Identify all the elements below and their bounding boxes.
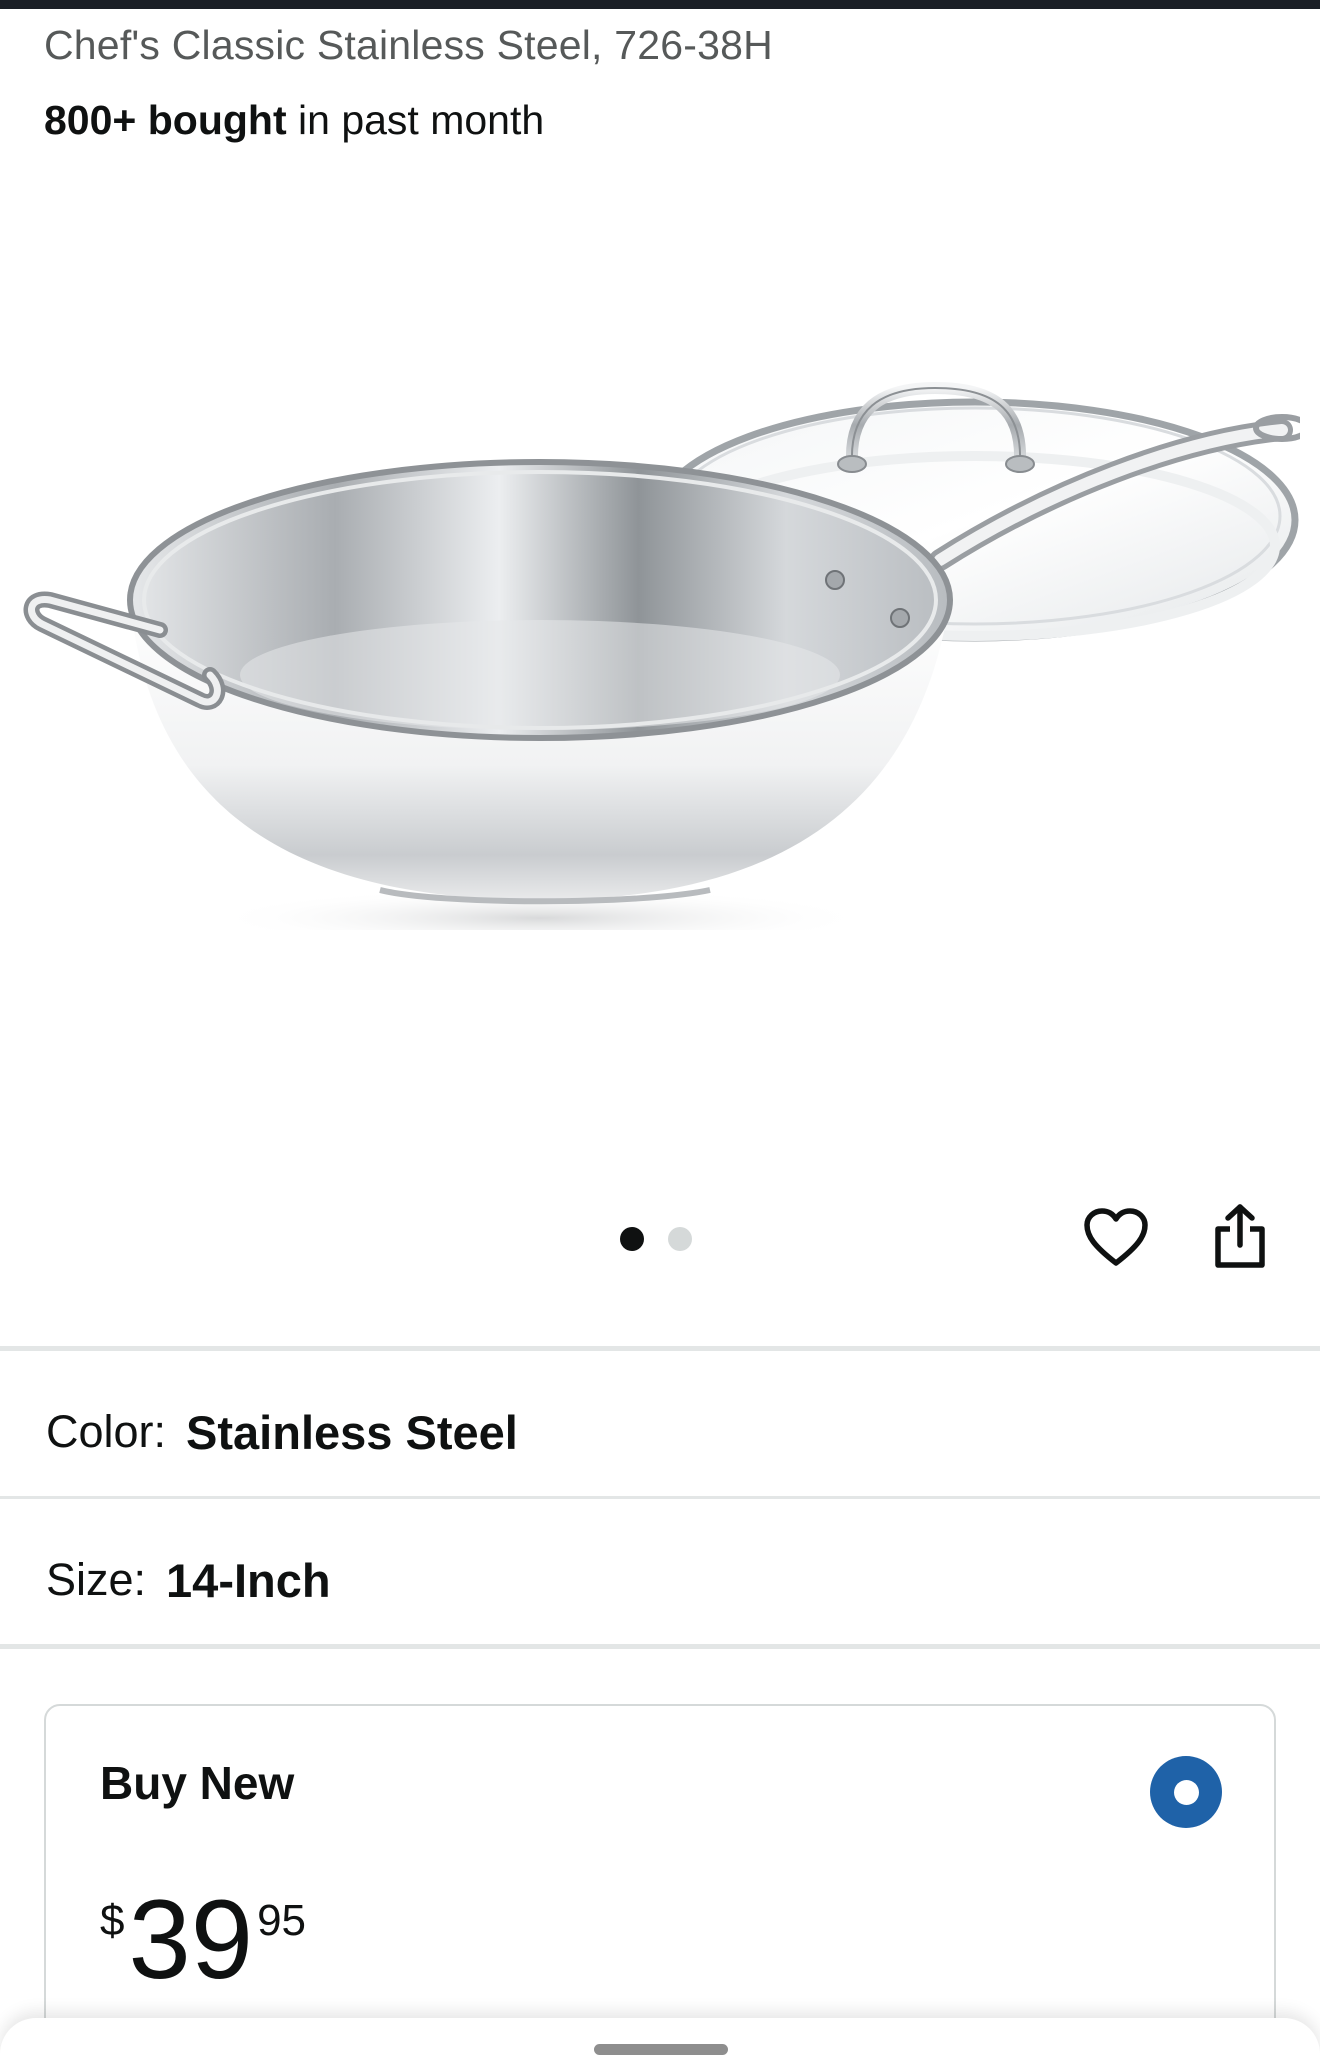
divider	[0, 1496, 1320, 1499]
carousel-dot-1[interactable]	[620, 1227, 644, 1251]
product-page: Chef's Classic Stainless Steel, 726-38H …	[0, 0, 1320, 2072]
status-bar-edge	[0, 0, 1320, 9]
price-whole: 39	[128, 1877, 254, 2002]
color-selector[interactable]: Color: Stainless Steel	[0, 1362, 1320, 1502]
color-value: Stainless Steel	[186, 1405, 518, 1459]
buy-new-option[interactable]: Buy New $ 39 95	[44, 1704, 1276, 2072]
share-icon	[1215, 1204, 1265, 1268]
image-carousel-dots[interactable]	[620, 1226, 692, 1252]
product-image[interactable]	[20, 370, 1300, 930]
product-title[interactable]: Chef's Classic Stainless Steel, 726-38H	[44, 22, 773, 69]
bought-count: 800+ bought	[44, 97, 287, 143]
wishlist-button[interactable]	[1082, 1206, 1150, 1270]
home-indicator[interactable]	[594, 2044, 728, 2055]
divider	[0, 1346, 1320, 1351]
heart-outline-icon	[1084, 1208, 1148, 1266]
buy-new-radio[interactable]	[1150, 1756, 1222, 1828]
size-label: Size:	[46, 1554, 147, 1605]
wok	[127, 459, 953, 905]
divider	[0, 1644, 1320, 1649]
carousel-dot-2[interactable]	[668, 1227, 692, 1251]
color-label: Color:	[46, 1406, 167, 1457]
price: $ 39 95	[100, 1884, 306, 1996]
price-fraction: 95	[257, 1896, 307, 1945]
size-value: 14-Inch	[166, 1553, 331, 1607]
share-button[interactable]	[1206, 1200, 1274, 1272]
bought-in-past-month: 800+ bought in past month	[44, 97, 544, 144]
bought-suffix: in past month	[286, 97, 545, 143]
radio-dot	[1173, 1779, 1199, 1805]
size-selector[interactable]: Size: 14-Inch	[0, 1510, 1320, 1650]
price-currency: $	[100, 1896, 125, 1945]
buy-new-title: Buy New	[100, 1757, 295, 1809]
